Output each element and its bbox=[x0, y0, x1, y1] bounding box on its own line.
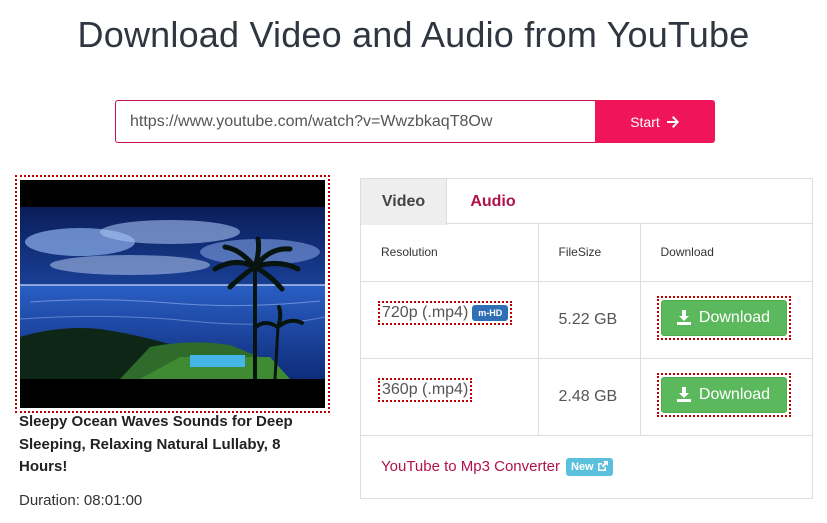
table-row: 720p (.mp4) m-HD 5.22 GB Download bbox=[361, 281, 812, 359]
resolution-cell: 360p (.mp4) bbox=[361, 358, 539, 436]
tab-audio[interactable]: Audio bbox=[447, 179, 539, 224]
filesize-cell: 2.48 GB bbox=[538, 358, 641, 436]
duration-label: Duration: bbox=[19, 492, 80, 509]
search-bar: Start bbox=[115, 100, 715, 143]
download-button[interactable]: Download bbox=[660, 376, 787, 413]
resolution-label: 720p (.mp4) bbox=[382, 303, 469, 321]
page-title: Download Video and Audio from YouTube bbox=[77, 14, 750, 55]
start-button-label: Start bbox=[630, 113, 660, 130]
hd-badge: m-HD bbox=[472, 304, 509, 321]
download-button-frame: Download bbox=[656, 372, 791, 417]
download-panel: Video Audio Resolution FileSize Download… bbox=[360, 178, 813, 499]
video-title: Sleepy Ocean Waves Sounds for Deep Sleep… bbox=[19, 413, 293, 475]
download-cell: Download bbox=[640, 281, 812, 359]
header-download: Download bbox=[640, 224, 812, 282]
header-resolution: Resolution bbox=[361, 224, 539, 282]
download-button-frame: Download bbox=[656, 295, 791, 340]
duration-value: 08:01:00 bbox=[83, 492, 143, 509]
mp3-converter-link[interactable]: YouTube to Mp3 Converter bbox=[381, 458, 560, 475]
download-button-label: Download bbox=[698, 385, 771, 403]
external-link-icon bbox=[597, 461, 608, 471]
arrow-right-icon bbox=[666, 115, 679, 128]
header-filesize: FileSize bbox=[538, 224, 641, 282]
download-icon bbox=[676, 387, 691, 402]
video-duration: Duration: 08:01:00 bbox=[19, 492, 142, 509]
format-tabs: Video Audio bbox=[361, 179, 812, 225]
resolution-cell: 720p (.mp4) m-HD bbox=[361, 281, 539, 359]
download-icon bbox=[676, 310, 691, 325]
video-thumbnail[interactable] bbox=[20, 180, 325, 408]
filesize-cell: 5.22 GB bbox=[538, 281, 641, 359]
start-button[interactable]: Start bbox=[595, 100, 715, 143]
mp3-converter-row: YouTube to Mp3 Converter New bbox=[361, 436, 812, 498]
resolution-box: 720p (.mp4) m-HD bbox=[378, 300, 513, 325]
table-header-row: Resolution FileSize Download bbox=[361, 224, 812, 282]
resolution-box: 360p (.mp4) bbox=[378, 377, 473, 402]
table-row: 360p (.mp4) 2.48 GB Download bbox=[361, 358, 812, 436]
url-input[interactable] bbox=[115, 100, 595, 143]
resolution-label: 360p (.mp4) bbox=[382, 380, 469, 398]
new-badge[interactable]: New bbox=[566, 457, 613, 476]
formats-table: Resolution FileSize Download 720p (.mp4)… bbox=[361, 224, 812, 436]
new-badge-label: New bbox=[571, 460, 594, 473]
tab-video[interactable]: Video bbox=[361, 179, 447, 225]
download-cell: Download bbox=[640, 358, 812, 436]
download-button-label: Download bbox=[698, 308, 771, 326]
video-thumbnail-frame bbox=[15, 175, 330, 413]
thumbnail-image bbox=[20, 207, 325, 379]
download-button[interactable]: Download bbox=[660, 299, 787, 336]
